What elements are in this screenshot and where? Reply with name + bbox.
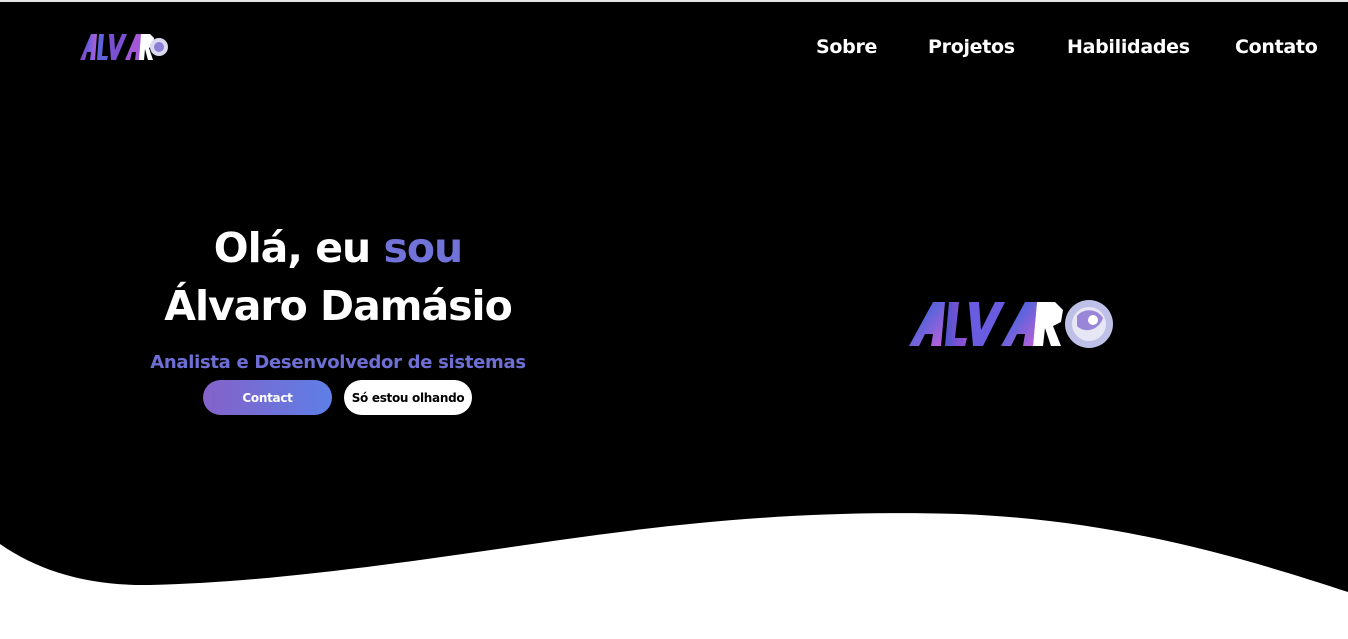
- greeting-accent: sou: [383, 224, 463, 272]
- hero-name: Álvaro Damásio: [164, 282, 513, 330]
- hero-text: Olá, eu sou Álvaro Damásio Analista e De…: [0, 220, 676, 373]
- nav-item-contato[interactable]: Contato: [1235, 36, 1318, 58]
- hero-logo: [909, 300, 1113, 348]
- hero-section: Sobre Projetos Habilidades Contato Olá, …: [0, 0, 1348, 639]
- nav-item-habilidades[interactable]: Habilidades: [1067, 36, 1190, 58]
- nav-item-projetos[interactable]: Projetos: [928, 36, 1015, 58]
- hero-role: Analista e Desenvolvedor de sistemas: [150, 352, 526, 373]
- greeting-text: Olá, eu: [213, 224, 371, 272]
- brand-logo[interactable]: [78, 30, 168, 64]
- just-browsing-button[interactable]: Só estou olhando: [344, 380, 472, 415]
- greeting-heading: Olá, eu sou: [0, 220, 676, 276]
- nav-item-sobre[interactable]: Sobre: [816, 36, 877, 58]
- hero-buttons: Contact Só estou olhando: [203, 380, 472, 415]
- contact-button[interactable]: Contact: [203, 380, 332, 415]
- top-border: [0, 0, 1348, 2]
